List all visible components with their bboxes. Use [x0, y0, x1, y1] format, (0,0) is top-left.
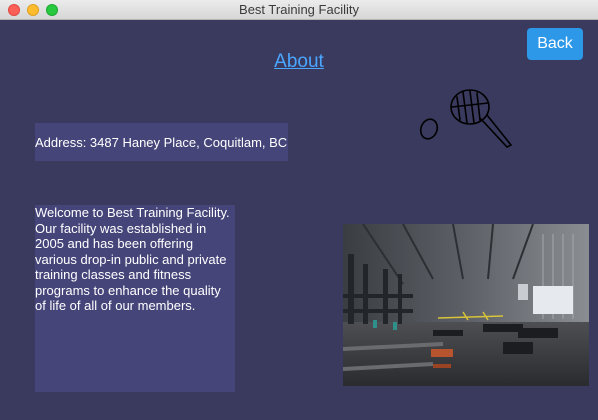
racket-and-ball-icon: [419, 89, 513, 148]
window-title: Best Training Facility: [239, 2, 359, 17]
window-titlebar: Best Training Facility: [0, 0, 598, 20]
address-text: Address: 3487 Haney Place, Coquitlam, BC: [35, 123, 288, 161]
page-title[interactable]: About: [0, 51, 598, 73]
gym-interior-photo: [343, 224, 589, 386]
welcome-text: Welcome to Best Training Facility. Our f…: [35, 205, 235, 392]
about-page: Back About Address: 3487 Haney Place, Co…: [0, 20, 598, 420]
